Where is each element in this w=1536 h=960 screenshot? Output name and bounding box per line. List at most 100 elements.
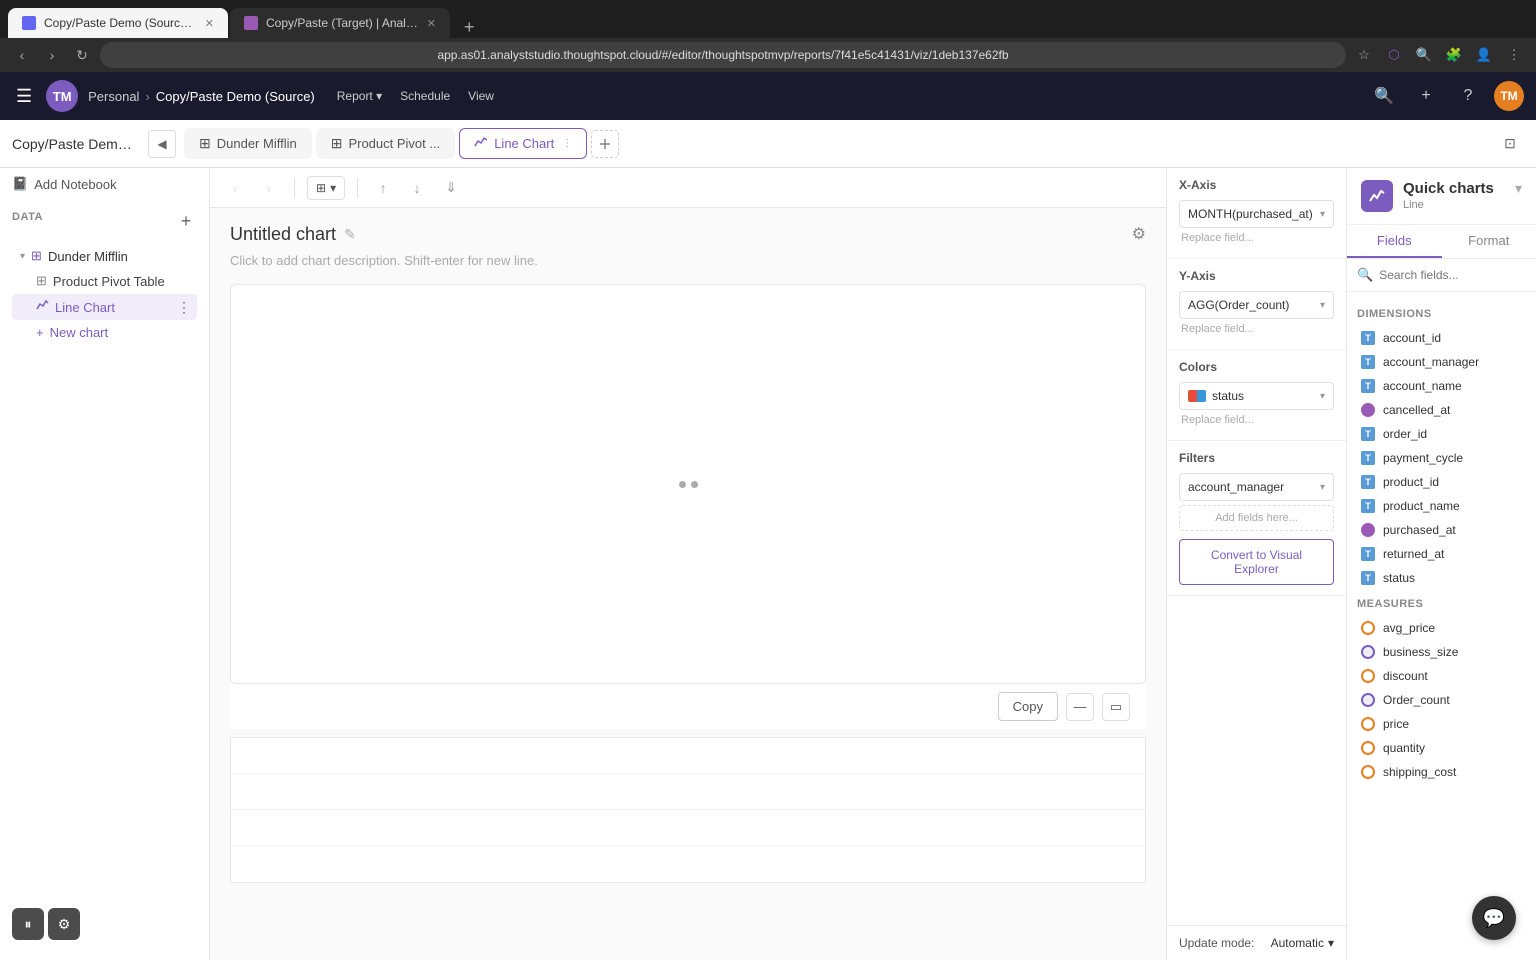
meas-shipping_cost[interactable]: shipping_cost [1357,760,1526,784]
add-nav-button[interactable]: + [1410,80,1442,112]
copy-button[interactable]: Copy [998,692,1058,721]
nav-schedule[interactable]: Schedule [392,85,458,107]
y-axis-field-value: AGG(Order_count) [1188,298,1289,312]
nav-report[interactable]: Report ▾ [329,85,390,107]
tab-line-more[interactable]: ⋮ [562,138,572,149]
filters-add-field[interactable]: Add fields here... [1179,505,1334,531]
meas-label-shipping_cost: shipping_cost [1383,765,1456,779]
meas-quantity[interactable]: quantity [1357,736,1526,760]
meas-business_size[interactable]: business_size [1357,640,1526,664]
filters-field-select[interactable]: account_manager ▾ [1179,473,1334,501]
source-name: Dunder Mifflin [48,249,128,264]
move-down-button[interactable]: ↓ [404,175,430,201]
move-bottom-button[interactable]: ⇓ [438,175,464,201]
data-source-dunder: ▾ ⊞ Dunder Mifflin ⊞ Product Pivot Table… [12,240,197,349]
help-nav-button[interactable]: ? [1452,80,1484,112]
tab-close-2[interactable]: ✕ [427,17,436,30]
meas-price[interactable]: price [1357,712,1526,736]
canvas-forward-button[interactable]: › [256,175,282,201]
action-icon-2[interactable]: ▭ [1102,693,1130,721]
dim-icon-account_name: T [1361,379,1375,393]
ts-ext-button[interactable]: ⬡ [1382,43,1406,67]
chart-config-panel: X-Axis MONTH(purchased_at) ▾ Replace fie… [1166,168,1346,960]
dim-cancelled_at[interactable]: cancelled_at [1357,398,1526,422]
bookmark-button[interactable]: ☆ [1352,43,1376,67]
back-button[interactable]: ‹ [10,43,34,67]
dim-returned_at[interactable]: T returned_at [1357,542,1526,566]
x-axis-section: X-Axis MONTH(purchased_at) ▾ Replace fie… [1167,168,1346,259]
search-nav-button[interactable]: 🔍 [1368,80,1400,112]
ext-button-1[interactable]: 🔍 [1412,43,1436,67]
layout-dropdown-icon: ▾ [330,181,336,195]
meas-discount[interactable]: discount [1357,664,1526,688]
url-bar[interactable] [100,42,1346,68]
dim-payment_cycle[interactable]: T payment_cycle [1357,446,1526,470]
sidebar-line-chart[interactable]: Line Chart ⋮ [12,294,197,320]
line-chart-more[interactable]: ⋮ [177,299,191,316]
quick-charts-collapse-button[interactable]: ▾ [1515,180,1522,197]
sidebar-collapse-button[interactable]: ◀ [148,130,176,158]
add-tab-button[interactable] [591,130,619,158]
canvas-back-button[interactable]: ‹ [222,175,248,201]
chart-description[interactable]: Click to add chart description. Shift-en… [230,253,1146,268]
user-avatar-nav: TM [46,80,78,112]
sidebar-product-pivot[interactable]: ⊞ Product Pivot Table ⋮ [12,268,197,294]
meas-order_count[interactable]: Order_count [1357,688,1526,712]
chart-title[interactable]: Untitled chart [230,224,336,245]
chat-bubble[interactable]: 💬 [1472,896,1516,940]
forward-button[interactable]: › [40,43,64,67]
qc-search-input[interactable] [1379,268,1534,282]
new-tab-button[interactable]: + [456,17,483,38]
chart-settings-button[interactable]: ⚙ [1132,224,1146,244]
breadcrumb-personal[interactable]: Personal [88,89,139,104]
breadcrumb-report[interactable]: Copy/Paste Demo (Source) [156,89,315,104]
tab-dunder-mifflin[interactable]: ⊞ Dunder Mifflin [184,128,312,159]
update-mode-select[interactable]: Automatic ▾ [1271,936,1334,950]
profile-button[interactable]: 👤 [1472,43,1496,67]
menu-button[interactable]: ⋮ [1502,43,1526,67]
y-axis-replace[interactable]: Replace field... [1179,319,1334,339]
dim-account_name[interactable]: T account_name [1357,374,1526,398]
settings-footer-button[interactable]: ⚙ [48,908,80,940]
dim-purchased_at[interactable]: purchased_at [1357,518,1526,542]
action-icon-1[interactable]: — [1066,693,1094,721]
new-chart-item[interactable]: + New chart [12,320,197,345]
left-sidebar: 📓 Add Notebook DATA + ▾ ⊞ Dunder Mifflin… [0,168,210,960]
qc-tab-format[interactable]: Format [1442,225,1536,258]
x-axis-field-select[interactable]: MONTH(purchased_at) ▾ [1179,200,1334,228]
ext-button-2[interactable]: 🧩 [1442,43,1466,67]
tab-product-pivot[interactable]: ⊞ Product Pivot ... [316,128,456,159]
colors-field-select[interactable]: status ▾ [1179,382,1334,410]
browser-tab-1[interactable]: Copy/Paste Demo (Source) | ✕ [8,8,228,38]
tab-close-1[interactable]: ✕ [205,17,214,30]
user-profile-avatar[interactable]: TM [1494,81,1524,111]
browser-tab-2[interactable]: Copy/Paste (Target) | Analys... ✕ [230,8,450,38]
y-axis-field-select[interactable]: AGG(Order_count) ▾ [1179,291,1334,319]
refresh-button[interactable]: ↻ [70,43,94,67]
x-axis-replace[interactable]: Replace field... [1179,228,1334,248]
chart-edit-icon[interactable]: ✎ [344,226,356,243]
dim-status[interactable]: T status [1357,566,1526,590]
dim-product_id[interactable]: T product_id [1357,470,1526,494]
pause-button[interactable]: ⏸ [12,908,44,940]
data-source-header[interactable]: ▾ ⊞ Dunder Mifflin [12,244,197,268]
measures-section-label: Measures [1357,598,1526,610]
dim-account_manager[interactable]: T account_manager [1357,350,1526,374]
expand-icon-button[interactable]: ⊡ [1496,130,1524,158]
hamburger-icon[interactable]: ☰ [12,82,36,111]
dim-account_id[interactable]: T account_id [1357,326,1526,350]
data-add-button[interactable]: + [175,210,197,232]
convert-to-visual-explorer[interactable]: Convert to Visual Explorer [1179,539,1334,585]
dim-order_id[interactable]: T order_id [1357,422,1526,446]
move-up-button[interactable]: ↑ [370,175,396,201]
meas-avg_price[interactable]: avg_price [1357,616,1526,640]
layout-button[interactable]: ⊞ ▾ [307,176,345,200]
add-notebook-item[interactable]: 📓 Add Notebook [0,168,209,200]
source-chevron-icon: ▾ [20,251,25,262]
tab-line-chart[interactable]: Line Chart ⋮ [459,128,587,159]
dim-product_name[interactable]: T product_name [1357,494,1526,518]
nav-view[interactable]: View [460,85,502,107]
colors-replace[interactable]: Replace field... [1179,410,1334,430]
qc-tab-fields[interactable]: Fields [1347,225,1442,258]
browser-controls: ‹ › ↻ ☆ ⬡ 🔍 🧩 👤 ⋮ [0,38,1536,72]
